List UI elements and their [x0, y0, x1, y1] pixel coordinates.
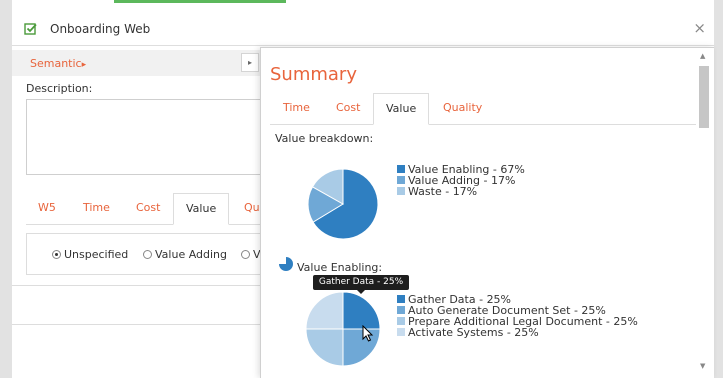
radio-label: Value Adding: [155, 248, 228, 261]
tab-time[interactable]: Time: [283, 93, 310, 125]
summary-tab-bar: Time Cost Value Quality: [270, 93, 696, 125]
radio-empty-icon: [143, 250, 152, 259]
panel-scrollbar[interactable]: ▲ ▼: [697, 52, 711, 374]
radio-truncated[interactable]: V: [241, 248, 261, 261]
slice-tooltip: Gather Data - 25%: [313, 275, 409, 294]
left-edge: [0, 0, 12, 378]
tab-value[interactable]: Value: [173, 193, 230, 225]
caret-right-icon: ▸: [81, 60, 87, 70]
description-label: Description:: [26, 82, 93, 95]
semantic-link[interactable]: Semantic▸: [30, 57, 86, 70]
semantic-label: Semantic: [30, 57, 82, 70]
tab-w5[interactable]: W5: [38, 193, 56, 225]
summary-panel: Summary Time Cost Value Quality Value br…: [260, 47, 714, 378]
divider: [12, 285, 260, 286]
summary-title: Summary: [270, 64, 357, 85]
value-breakdown-legend: Value Enabling - 67% Value Adding - 17% Wa…: [397, 164, 525, 197]
radio-unspecified[interactable]: Unspecified: [52, 248, 128, 261]
tab-cost[interactable]: Cost: [136, 193, 160, 225]
semantic-bar: Semantic▸ ▸: [12, 50, 260, 76]
scroll-up-icon[interactable]: ▲: [700, 52, 705, 60]
app-frame: Onboarding Web × Semantic▸ ▸ Description…: [0, 0, 723, 378]
tab-quality[interactable]: Quality: [443, 93, 482, 125]
legend-swatch: [397, 176, 405, 184]
close-button[interactable]: ×: [693, 19, 706, 37]
pie-slice[interactable]: [342, 291, 381, 330]
mouse-cursor-icon: [362, 325, 374, 342]
description-field[interactable]: [26, 99, 262, 175]
value-type-options: Unspecified Value Adding V: [26, 233, 262, 275]
scroll-thumb[interactable]: [699, 66, 709, 128]
value-breakdown-pie: [307, 168, 379, 240]
legend-label: Waste - 17%: [408, 185, 478, 198]
mini-pie-icon: [279, 257, 293, 271]
radio-label: Unspecified: [64, 248, 129, 261]
pie-slice[interactable]: [305, 328, 344, 367]
value-enabling-legend: Gather Data - 25% Auto Generate Document …: [397, 294, 638, 338]
legend-label: Activate Systems - 25%: [408, 326, 539, 339]
dialog-header: Onboarding Web ×: [12, 12, 714, 46]
legend-item: Waste - 17%: [397, 186, 525, 197]
right-edge: [714, 0, 723, 378]
legend-swatch: [397, 295, 405, 303]
tab-quality-truncated[interactable]: Qu: [244, 193, 260, 225]
radio-value-adding[interactable]: Value Adding: [143, 248, 227, 261]
value-enabling-label: Value Enabling:: [297, 261, 383, 274]
legend-swatch: [397, 328, 405, 336]
tab-cost[interactable]: Cost: [336, 93, 360, 125]
legend-swatch: [397, 165, 405, 173]
legend-swatch: [397, 187, 405, 195]
properties-pane: Semantic▸ ▸ Description: W5 Time Cost Va…: [12, 47, 262, 378]
radio-empty-icon: [241, 250, 250, 259]
collapse-button[interactable]: ▸: [241, 53, 259, 72]
tab-time[interactable]: Time: [83, 193, 110, 225]
divider: [12, 324, 260, 325]
pie-slice[interactable]: [305, 291, 344, 330]
legend-swatch: [397, 317, 405, 325]
legend-swatch: [397, 306, 405, 314]
legend-item: Activate Systems - 25%: [397, 327, 638, 338]
left-tab-bar: W5 Time Cost Value Qu: [26, 193, 262, 225]
tab-value[interactable]: Value: [373, 93, 430, 125]
scroll-down-icon[interactable]: ▼: [700, 362, 705, 370]
dialog-title: Onboarding Web: [50, 22, 151, 36]
radio-selected-icon: [52, 250, 61, 259]
progress-accent-bar: [114, 0, 286, 3]
check-square-icon: [24, 22, 38, 40]
value-breakdown-label: Value breakdown:: [275, 132, 374, 145]
